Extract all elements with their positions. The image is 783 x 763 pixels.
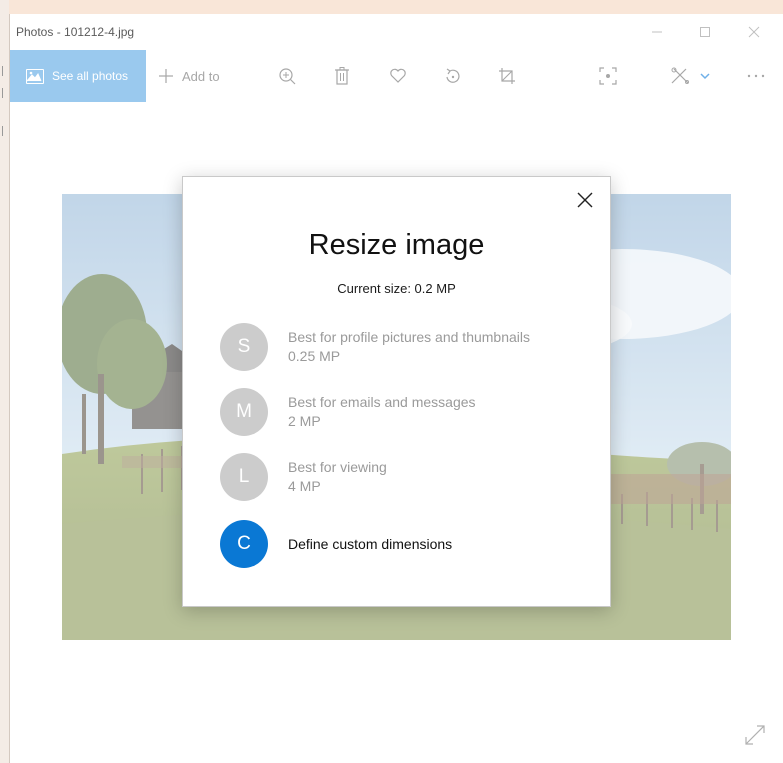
option-letter-l: L [220, 453, 268, 501]
title-bar[interactable]: Photos - 101212-4.jpg [10, 14, 783, 50]
dialog-title: Resize image [308, 229, 485, 261]
background-mark [2, 126, 9, 136]
add-to-label: Add to [182, 68, 220, 84]
crop-icon[interactable] [498, 50, 516, 102]
maximize-icon[interactable] [685, 14, 725, 50]
window-title: Photos - 101212-4.jpg [16, 25, 135, 39]
see-all-photos-button[interactable]: See all photos [10, 50, 146, 102]
close-icon[interactable] [734, 14, 774, 50]
option-label: Define custom dimensions [288, 536, 453, 552]
more-icon[interactable] [747, 50, 765, 102]
background-mark [2, 88, 9, 98]
add-to-button[interactable]: Add to [158, 50, 220, 102]
option-small[interactable]: S Best for profile pictures and thumbnai… [220, 323, 580, 373]
option-label: Best for viewing [288, 459, 387, 475]
favorite-heart-icon[interactable] [389, 50, 407, 102]
edit-create-icon[interactable] [670, 50, 692, 102]
close-icon[interactable] [574, 189, 596, 211]
expand-icon[interactable] [744, 724, 766, 751]
option-label: Best for profile pictures and thumbnails [288, 329, 531, 345]
toolbar: See all photos Add to [10, 50, 783, 102]
option-large[interactable]: L Best for viewing 4 MP [220, 453, 580, 503]
option-size: 0.25 MP [288, 348, 341, 364]
option-label: Best for emails and messages [288, 394, 476, 410]
see-all-photos-label: See all photos [52, 69, 129, 83]
minimize-icon[interactable] [637, 14, 677, 50]
current-size-text: Current size: 0.2 MP [337, 281, 456, 296]
photos-icon [26, 68, 44, 84]
resize-image-dialog: Resize image Current size: 0.2 MP S Best… [182, 176, 611, 607]
option-custom-dimensions[interactable]: C Define custom dimensions [220, 520, 580, 570]
background-mark [2, 66, 9, 76]
plus-icon [158, 68, 174, 84]
visual-search-icon[interactable] [599, 50, 617, 102]
zoom-in-icon[interactable] [278, 50, 296, 102]
rotate-icon[interactable] [444, 50, 462, 102]
option-size: 2 MP [288, 413, 321, 429]
delete-icon[interactable] [334, 50, 350, 102]
option-letter-c: C [220, 520, 268, 568]
option-letter-m: M [220, 388, 268, 436]
option-size: 4 MP [288, 478, 321, 494]
option-letter-s: S [220, 323, 268, 371]
background-desktop [0, 0, 9, 763]
chevron-down-icon[interactable] [700, 50, 710, 102]
option-medium[interactable]: M Best for emails and messages 2 MP [220, 388, 580, 438]
